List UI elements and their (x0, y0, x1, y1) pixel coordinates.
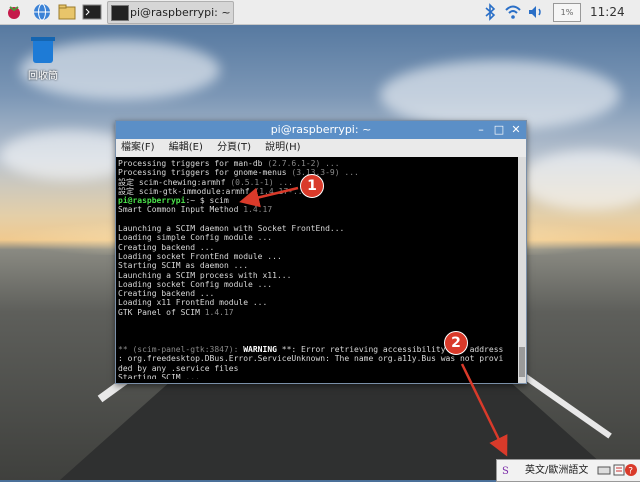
terminal-line-text: ded by any .service files (118, 363, 239, 373)
terminal-line-text: Starting SCIM ... (118, 372, 200, 379)
raspberry-menu-icon[interactable] (4, 2, 24, 22)
terminal-line-text: Loading simple Config module ... (118, 233, 273, 243)
terminal-line-dim: (2.7.6.1-2) ... (267, 159, 340, 168)
maximize-icon[interactable]: □ (492, 123, 506, 137)
terminal-line-text: Loading socket FrontEnd module ... (118, 251, 282, 261)
terminal-line: Launching a SCIM daemon with Socket Fron… (118, 224, 514, 233)
terminal-line: Loading x11 FrontEnd module ... (118, 298, 514, 307)
menu-edit[interactable]: 編輯(E) (169, 142, 203, 153)
terminal-line-text: Loading x11 FrontEnd module ... (118, 298, 268, 308)
terminal-line-text: Processing triggers for man-db (118, 159, 268, 168)
terminal-line: ded by any .service files (118, 364, 514, 373)
terminal-line-dim: ** (scim-panel-gtk:3847): (118, 344, 244, 354)
menu-bar: 檔案(F) 編輯(E) 分頁(T) 說明(H) (116, 139, 526, 157)
terminal-line: Processing triggers for man-db (2.7.6.1-… (118, 159, 514, 168)
terminal-line-text: Creating backend ... (118, 289, 215, 299)
cpu-monitor-icon[interactable]: 1% (553, 3, 581, 22)
terminal-prompt: pi@raspberrypi (118, 196, 186, 206)
terminal-line: Loading socket FrontEnd module ... (118, 252, 514, 261)
help-icon[interactable]: ? (624, 463, 638, 477)
svg-text:S: S (502, 466, 509, 477)
terminal-line: : org.freedesktop.DBus.Error.ServiceUnkn… (118, 354, 514, 363)
keyboard-icon[interactable] (597, 463, 611, 477)
terminal-line-text: Launching a SCIM process with x11... (118, 270, 292, 280)
terminal-line-text: Starting SCIM as daemon ... (118, 261, 249, 271)
terminal-line: Starting SCIM ... (118, 373, 514, 379)
svg-text:?: ? (628, 467, 633, 477)
terminal-line: Loading socket Config module ... (118, 280, 514, 289)
terminal-line-dim: (3.13.3-9) ... (291, 168, 359, 178)
menu-tabs[interactable]: 分頁(T) (217, 142, 251, 153)
scrollbar[interactable] (518, 157, 526, 383)
terminal-line: pi@raspberrypi:~ $ scim (118, 196, 514, 205)
window-title: pi@raspberrypi: ~ (270, 123, 372, 136)
terminal-line: GTK Panel of SCIM 1.4.17 (118, 308, 514, 317)
clock[interactable]: 11:24 (590, 0, 625, 24)
terminal-line-text: Processing triggers for gnome-menus (118, 168, 292, 178)
terminal-warning: WARNING (243, 344, 277, 354)
terminal-line: Launching a SCIM process with x11... (118, 271, 514, 280)
terminal-line-text: Smart Common Input Method (118, 205, 244, 215)
terminal-icon[interactable] (82, 2, 102, 22)
ime-language-label[interactable]: 英文/歐洲語文 (525, 460, 588, 481)
terminal-line: Loading simple Config module ... (118, 233, 514, 242)
globe-browser-icon[interactable] (32, 2, 52, 22)
terminal-line-text: :~ $ scim (185, 196, 229, 206)
terminal-line-dim: 1.4.17 (204, 307, 234, 317)
close-icon[interactable]: ✕ (509, 123, 523, 137)
wifi-icon[interactable] (503, 2, 523, 22)
scrollbar-thumb[interactable] (519, 347, 525, 377)
volume-icon[interactable] (526, 2, 546, 22)
task-button-label: pi@raspberrypi: ~ (130, 6, 231, 19)
terminal-line-dim: 1.4.17 (243, 205, 273, 215)
annotation-marker-2: 2 (444, 331, 468, 355)
annotation-marker-1: 1 (300, 174, 324, 198)
window-titlebar[interactable]: pi@raspberrypi: ~ – □ ✕ (116, 121, 526, 139)
terminal-line: Starting SCIM as daemon ... (118, 261, 514, 270)
terminal-task-button[interactable]: pi@raspberrypi: ~ (107, 1, 234, 24)
folder-icon[interactable] (57, 2, 77, 22)
menu-help[interactable]: 說明(H) (265, 142, 300, 153)
menu-file[interactable]: 檔案(F) (121, 142, 155, 153)
terminal-line-text: 設定 scim-chewing:armhf (118, 177, 231, 187)
terminal-icon (111, 5, 129, 21)
terminal-line-text: : org.freedesktop.DBus.Error.ServiceUnkn… (118, 354, 504, 364)
minimize-icon[interactable]: – (474, 123, 488, 137)
terminal-line-text: **: Error retrieving accessibility bus a… (276, 344, 504, 354)
terminal-line-text: 設定 scim-gtk-immodule:armhf (118, 186, 255, 196)
terminal-line: Creating backend ... (118, 289, 514, 298)
trash-desktop-icon[interactable]: 回收筒 (26, 33, 60, 82)
bluetooth-icon[interactable] (480, 2, 500, 22)
terminal-line-text: Launching a SCIM daemon with Socket Fron… (118, 224, 345, 234)
ime-panel[interactable]: S 英文/歐洲語文 ? (496, 459, 640, 482)
scim-logo-icon[interactable]: S (501, 463, 515, 477)
terminal-line-text: Creating backend ... (118, 242, 215, 252)
terminal-line-text: GTK Panel of SCIM (118, 307, 205, 317)
terminal-line: Smart Common Input Method 1.4.17 (118, 205, 514, 214)
terminal-line-text: Loading socket Config module ... (118, 279, 273, 289)
terminal-line-dim: (0.5.1-1) ... (230, 177, 293, 187)
trash-label: 回收筒 (28, 71, 58, 82)
taskbar: pi@raspberrypi: ~ 1% 11:24 (0, 0, 640, 25)
terminal-line: Creating backend ... (118, 243, 514, 252)
